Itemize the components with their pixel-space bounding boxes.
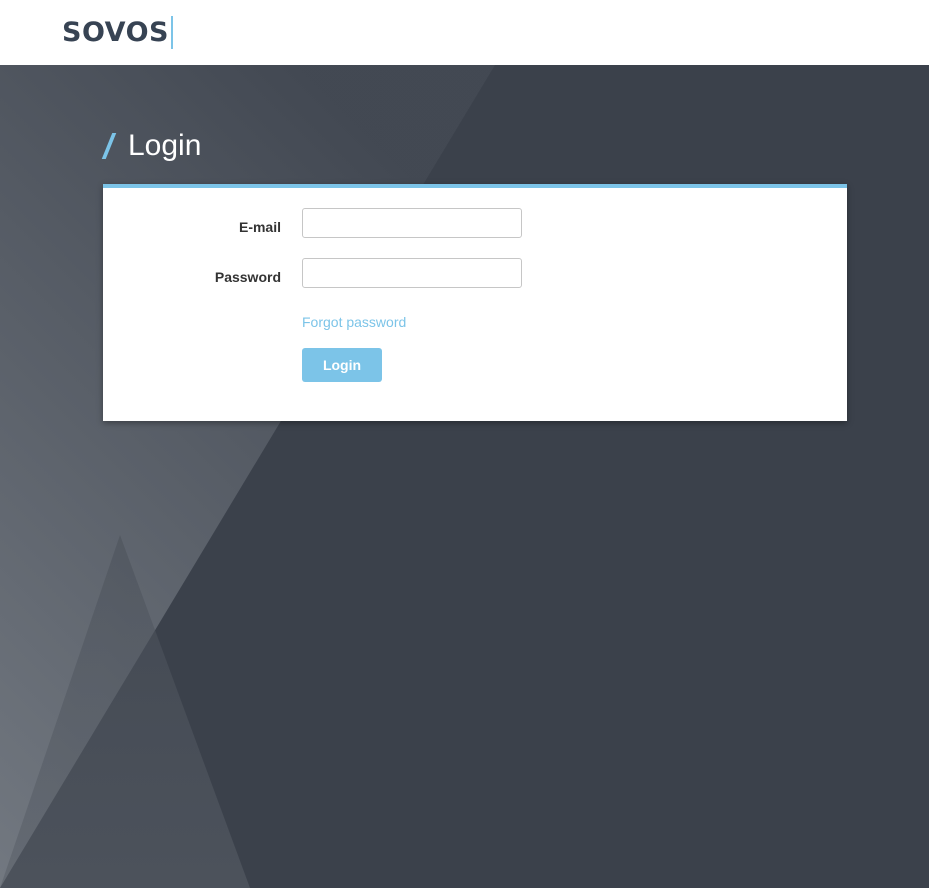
sovos-logo[interactable]: SOVOS (62, 16, 173, 49)
top-header: SOVOS (0, 0, 929, 65)
login-button[interactable]: Login (302, 348, 382, 382)
email-field[interactable] (302, 208, 522, 238)
page-title: Login (128, 129, 202, 162)
login-form-card: E-mail Password Forgot password Login (103, 184, 847, 421)
email-label: E-mail (238, 219, 281, 235)
forgot-password-link[interactable]: Forgot password (302, 314, 406, 330)
password-field[interactable] (302, 258, 522, 288)
logo-text: SOVOS (62, 17, 169, 48)
page-title-wrap: Login (103, 128, 201, 164)
slash-accent-icon (103, 133, 113, 159)
logo-divider (171, 16, 173, 49)
password-label: Password (214, 269, 281, 285)
